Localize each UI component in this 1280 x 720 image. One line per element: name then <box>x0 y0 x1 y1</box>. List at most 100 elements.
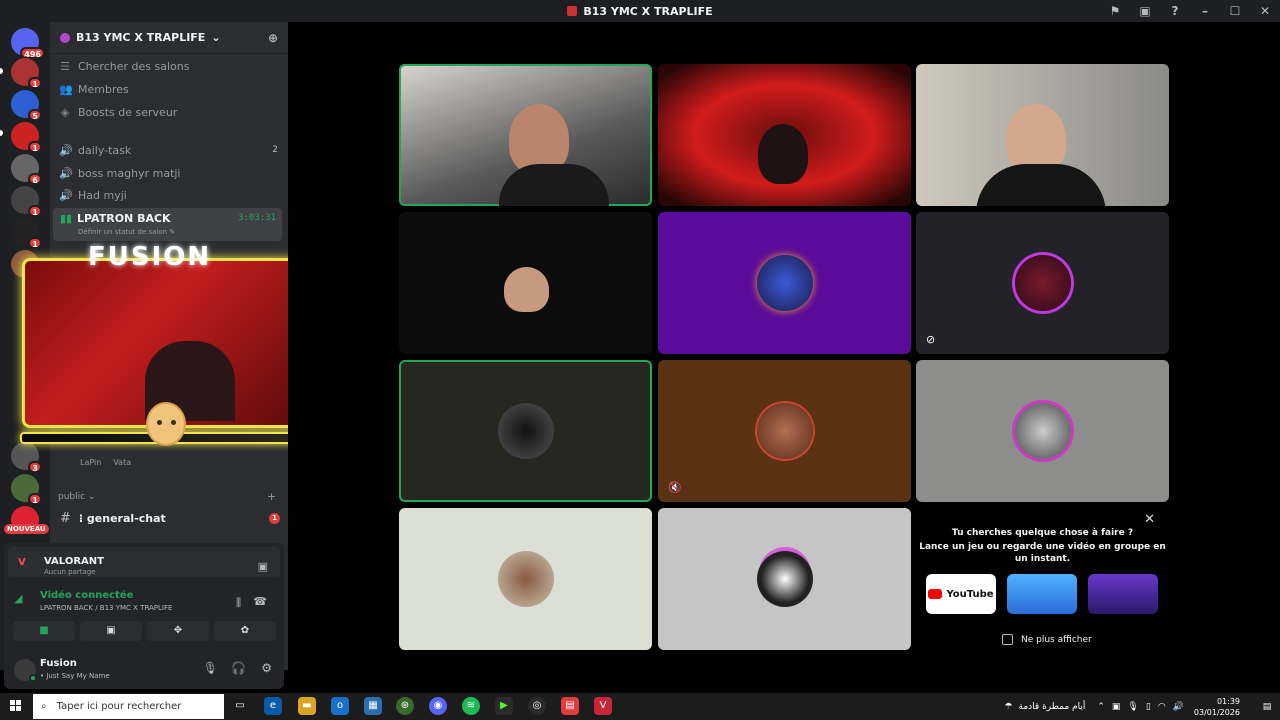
xbox-icon[interactable]: ⊛ <box>396 697 414 715</box>
participant-face <box>758 124 808 184</box>
screen-share-icon[interactable]: ▣ <box>1130 4 1160 18</box>
voice-channel-had-myji[interactable]: 🔊 Had myji <box>59 185 282 205</box>
video-tile[interactable] <box>399 508 652 650</box>
app-icon[interactable]: ▤ <box>561 697 579 715</box>
video-tile[interactable] <box>399 212 652 354</box>
voice-member[interactable]: LaPin <box>80 458 101 467</box>
server-badge: 3 <box>28 461 42 473</box>
obs-icon[interactable]: ◎ <box>528 697 546 715</box>
video-grid: ⊘ 🔇 ✕ Tu cherches quelque chose à faire … <box>288 22 1280 670</box>
weather-widget[interactable]: ☂ أيام ممطرة قادمة <box>1004 702 1085 712</box>
activity-suggestion: ✕ Tu cherches quelque chose à faire ? La… <box>916 508 1169 650</box>
server-icon[interactable]: 1 <box>11 122 42 153</box>
hash-icon: # <box>60 510 71 526</box>
youtube-activity-card[interactable]: YouTube <box>926 574 996 614</box>
disconnect-icon[interactable]: ☎ <box>253 595 267 608</box>
chevron-up-icon[interactable]: ⌃ <box>1097 702 1105 712</box>
edge-icon[interactable]: e <box>264 697 282 715</box>
minimize-button[interactable]: – <box>1190 4 1220 18</box>
help-icon[interactable]: ? <box>1160 4 1190 18</box>
settings-gear-icon[interactable]: ⚙ <box>261 661 272 675</box>
home-button[interactable]: 496 <box>11 28 45 59</box>
inbox-icon[interactable]: ⚑ <box>1100 4 1130 18</box>
soundboard-icon: ✿ <box>240 625 250 636</box>
server-icon[interactable]: 5 <box>11 90 42 121</box>
kick-icon[interactable]: ▶ <box>495 697 513 715</box>
server-boosts-item[interactable]: ◈ Boosts de serveur <box>59 102 282 122</box>
mention-badge: 1 <box>269 512 280 524</box>
set-channel-status[interactable]: Définir un statut de salon ✎ <box>78 228 175 236</box>
video-tile[interactable] <box>916 360 1169 502</box>
windows-start-icon[interactable] <box>10 700 22 712</box>
youtube-label: YouTube <box>946 588 994 600</box>
browse-channels-item[interactable]: ☰ Chercher des salons <box>59 56 282 76</box>
clock[interactable]: 01:39 03/01/2026 <box>1194 696 1240 718</box>
server-badge: 5 <box>28 109 42 121</box>
category-public[interactable]: public ⌄ <box>58 492 95 502</box>
text-channel-general[interactable]: # ⁝ general-chat 1 <box>60 509 280 527</box>
store-icon[interactable]: ▦ <box>364 697 382 715</box>
share-screen-icon[interactable]: ▣ <box>258 560 268 573</box>
voice-channel-boss[interactable]: 🔊 boss maghyr matji <box>59 163 282 183</box>
video-tile[interactable]: ⊘ <box>916 212 1169 354</box>
network-icon[interactable]: ▣ <box>1112 702 1121 712</box>
microphone-icon[interactable]: 🎙 <box>203 661 218 675</box>
create-channel-icon[interactable]: + <box>267 490 276 503</box>
participant-body <box>499 164 609 206</box>
video-tile[interactable] <box>399 64 652 206</box>
invite-icon[interactable]: ⊕ <box>268 31 278 45</box>
maximize-button[interactable]: ☐ <box>1220 4 1250 18</box>
volume-icon[interactable]: 🔊 <box>1173 702 1184 712</box>
voice-member[interactable]: Vata <box>113 458 131 467</box>
video-tile[interactable] <box>658 64 911 206</box>
game-activity-card[interactable] <box>1088 574 1158 614</box>
memoji-avatar <box>146 402 186 446</box>
video-tile[interactable] <box>916 64 1169 206</box>
file-explorer-icon[interactable]: ▬ <box>298 697 316 715</box>
close-icon[interactable]: ✕ <box>1144 512 1155 527</box>
connection-label[interactable]: Vidéo connectée <box>40 590 133 601</box>
server-icon[interactable]: 1 <box>11 474 42 505</box>
noise-suppression-icon[interactable]: ⫼ <box>236 596 241 610</box>
members-item[interactable]: 👥 Membres <box>59 79 282 99</box>
date: 03/01/2026 <box>1193 707 1240 717</box>
outlook-icon[interactable]: o <box>331 697 349 715</box>
battery-icon[interactable]: ▯ <box>1146 702 1151 712</box>
participant-avatar <box>1014 255 1071 311</box>
video-tile[interactable] <box>399 360 652 502</box>
valorant-taskbar-icon[interactable]: V <box>594 697 612 715</box>
server-icon[interactable]: 1 <box>11 186 42 217</box>
discord-icon[interactable]: ◉ <box>429 697 447 715</box>
voice-channel-icon: 🔊 <box>59 166 73 180</box>
checkbox[interactable] <box>1002 634 1013 645</box>
taskbar-search[interactable]: ⌕ Taper ici pour rechercher <box>33 694 224 719</box>
server-icon[interactable]: 1 <box>11 58 42 89</box>
mic-tray-icon[interactable]: 🎙 <box>1127 702 1138 712</box>
user-area[interactable]: Fusion • Just Say My Name 🎙 🎧 ⚙ <box>8 653 280 685</box>
weather-icon: ☂ <box>1004 701 1013 712</box>
video-tile[interactable]: 🔇 <box>658 360 911 502</box>
participant-avatar <box>756 403 813 459</box>
task-view-icon[interactable]: ▭ <box>231 697 249 715</box>
voice-channel-daily-task[interactable]: 🔊 daily-task 2 <box>59 140 282 160</box>
headphones-icon[interactable]: 🎧 <box>231 661 246 675</box>
guild-header[interactable]: B13 YMC X TRAPLIFE ⌄ ⊕ <box>50 22 288 54</box>
game-activity-card[interactable] <box>1007 574 1077 614</box>
wifi-icon[interactable]: ◠ <box>1158 702 1166 712</box>
video-tile[interactable] <box>658 212 911 354</box>
server-icon[interactable]: 6 <box>11 154 42 185</box>
close-button[interactable]: ✕ <box>1250 4 1280 18</box>
camera-button[interactable]: ■ <box>13 621 75 641</box>
notification-icon[interactable]: ▤ <box>1254 702 1280 712</box>
video-tile[interactable] <box>658 508 911 650</box>
screen-share-button[interactable]: ▣ <box>80 621 142 641</box>
call-timer: 3:03:31 <box>238 213 276 223</box>
weather-text: أيام ممطرة قادمة <box>1018 701 1086 712</box>
windows-taskbar: ⌕ Taper ici pour rechercher ▭ e ▬ o ▦ ⊛ … <box>0 693 1280 720</box>
active-voice-channel[interactable]: ▮▮ LPATRON BACK 3:03:31 Définir un statu… <box>53 208 282 241</box>
dont-show-again[interactable]: Ne plus afficher <box>1002 634 1092 645</box>
server-badge: 1 <box>28 141 42 153</box>
activities-button[interactable]: ✥ <box>147 621 209 641</box>
soundboard-button[interactable]: ✿ <box>214 621 276 641</box>
spotify-icon[interactable]: ≋ <box>462 697 480 715</box>
